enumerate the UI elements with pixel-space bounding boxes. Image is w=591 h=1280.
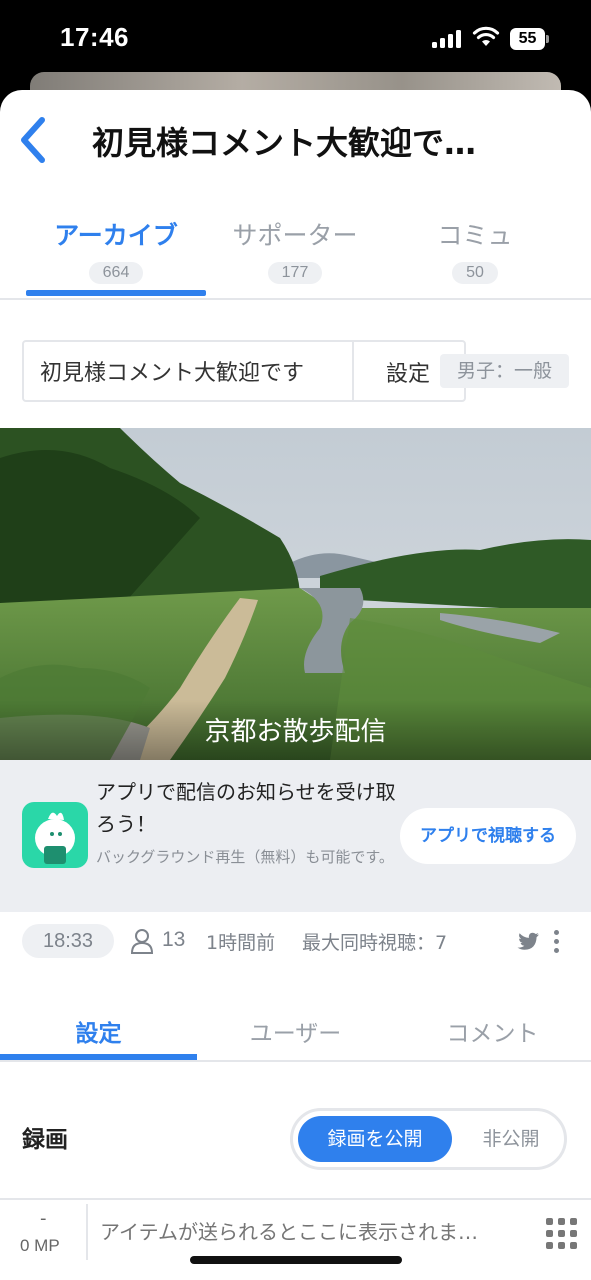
detail-tab-bar: 設定 ユーザー コメント <box>0 1000 591 1062</box>
bar-divider <box>86 1204 88 1260</box>
tab-settings[interactable]: 設定 <box>0 1014 197 1048</box>
battery-icon: 55 <box>510 28 550 50</box>
twitter-icon[interactable] <box>516 932 540 952</box>
detail-tab-indicator <box>0 1054 197 1060</box>
item-bar: - 0 MP <box>0 1198 591 1280</box>
battery-level: 55 <box>510 28 545 50</box>
banner-subtitle: バックグラウンド再生（無料）も可能です。 <box>96 848 394 866</box>
stream-title-field: 設定 <box>22 340 466 402</box>
banner-title: アプリで配信のお知らせを受け取ろう！ <box>96 780 396 836</box>
tab-archive[interactable]: アーカイブ 664 <box>26 216 206 296</box>
watch-in-app-button[interactable]: アプリで視聴する <box>400 808 576 864</box>
wifi-icon <box>472 26 500 46</box>
top-tab-bar: アーカイブ 664 サポーター 177 コミュ 50 <box>0 208 591 300</box>
person-icon <box>130 929 154 954</box>
home-indicator[interactable] <box>190 1256 402 1264</box>
mp-value: 0 MP <box>20 1236 60 1255</box>
viewer-count: 13 <box>162 928 186 951</box>
recording-setting-row: 録画 録画を公開 非公開 <box>0 1102 591 1178</box>
back-chevron-icon[interactable] <box>14 114 54 166</box>
item-input[interactable] <box>100 1214 520 1250</box>
more-options-icon[interactable] <box>552 928 562 956</box>
recording-public-option[interactable]: 録画を公開 <box>298 1116 452 1162</box>
tab-supporters[interactable]: サポーター 177 <box>205 216 385 296</box>
app-promo-banner: アプリで配信のお知らせを受け取ろう！ バックグラウンド再生（無料）も可能です。 … <box>0 760 591 912</box>
duration-badge: 18:33 <box>22 924 114 958</box>
tab-comments[interactable]: コメント <box>394 1014 591 1048</box>
recording-label: 録画 <box>22 1127 68 1153</box>
app-logo-icon <box>22 802 88 868</box>
tab-supporters-label: サポーター <box>232 221 358 250</box>
tab-archive-count: 664 <box>88 262 144 284</box>
category-badge[interactable]: 男子：一般 <box>440 354 569 388</box>
time-ago: 1時間前 <box>206 932 276 954</box>
tab-archive-label: アーカイブ <box>54 221 178 250</box>
tab-community[interactable]: コミュ 50 <box>385 216 565 296</box>
status-time: 17:46 <box>60 22 129 52</box>
stream-title-input[interactable] <box>24 342 354 400</box>
tab-community-label: コミュ <box>437 221 513 250</box>
cellular-signal-icon <box>432 30 464 48</box>
title-settings-button[interactable]: 設定 <box>386 356 430 388</box>
recording-private-option[interactable]: 非公開 <box>461 1116 561 1162</box>
mp-dash: - <box>40 1208 47 1229</box>
stream-detail-sheet: 初見様コメント大歓迎で… アーカイブ 664 サポーター 177 コミュ 50 … <box>0 90 591 1280</box>
max-concurrent-viewers: 最大同時視聴：7 <box>302 932 448 954</box>
recording-visibility-toggle: 録画を公開 非公開 <box>290 1108 567 1170</box>
stream-meta-row: 18:33 13 1時間前 最大同時視聴：7 <box>0 922 591 962</box>
tab-community-count: 50 <box>452 262 498 284</box>
grid-menu-icon[interactable] <box>546 1218 578 1250</box>
stream-thumbnail[interactable]: 京都お散歩配信 <box>0 428 591 760</box>
status-bar: 17:46 55 <box>0 0 591 80</box>
thumbnail-caption: 京都お散歩配信 <box>0 700 591 760</box>
nav-header: 初見様コメント大歓迎で… <box>0 90 591 190</box>
tab-supporters-count: 177 <box>267 262 323 284</box>
active-tab-indicator <box>26 290 206 296</box>
page-title: 初見様コメント大歓迎で… <box>92 124 477 162</box>
tab-users[interactable]: ユーザー <box>197 1014 394 1048</box>
